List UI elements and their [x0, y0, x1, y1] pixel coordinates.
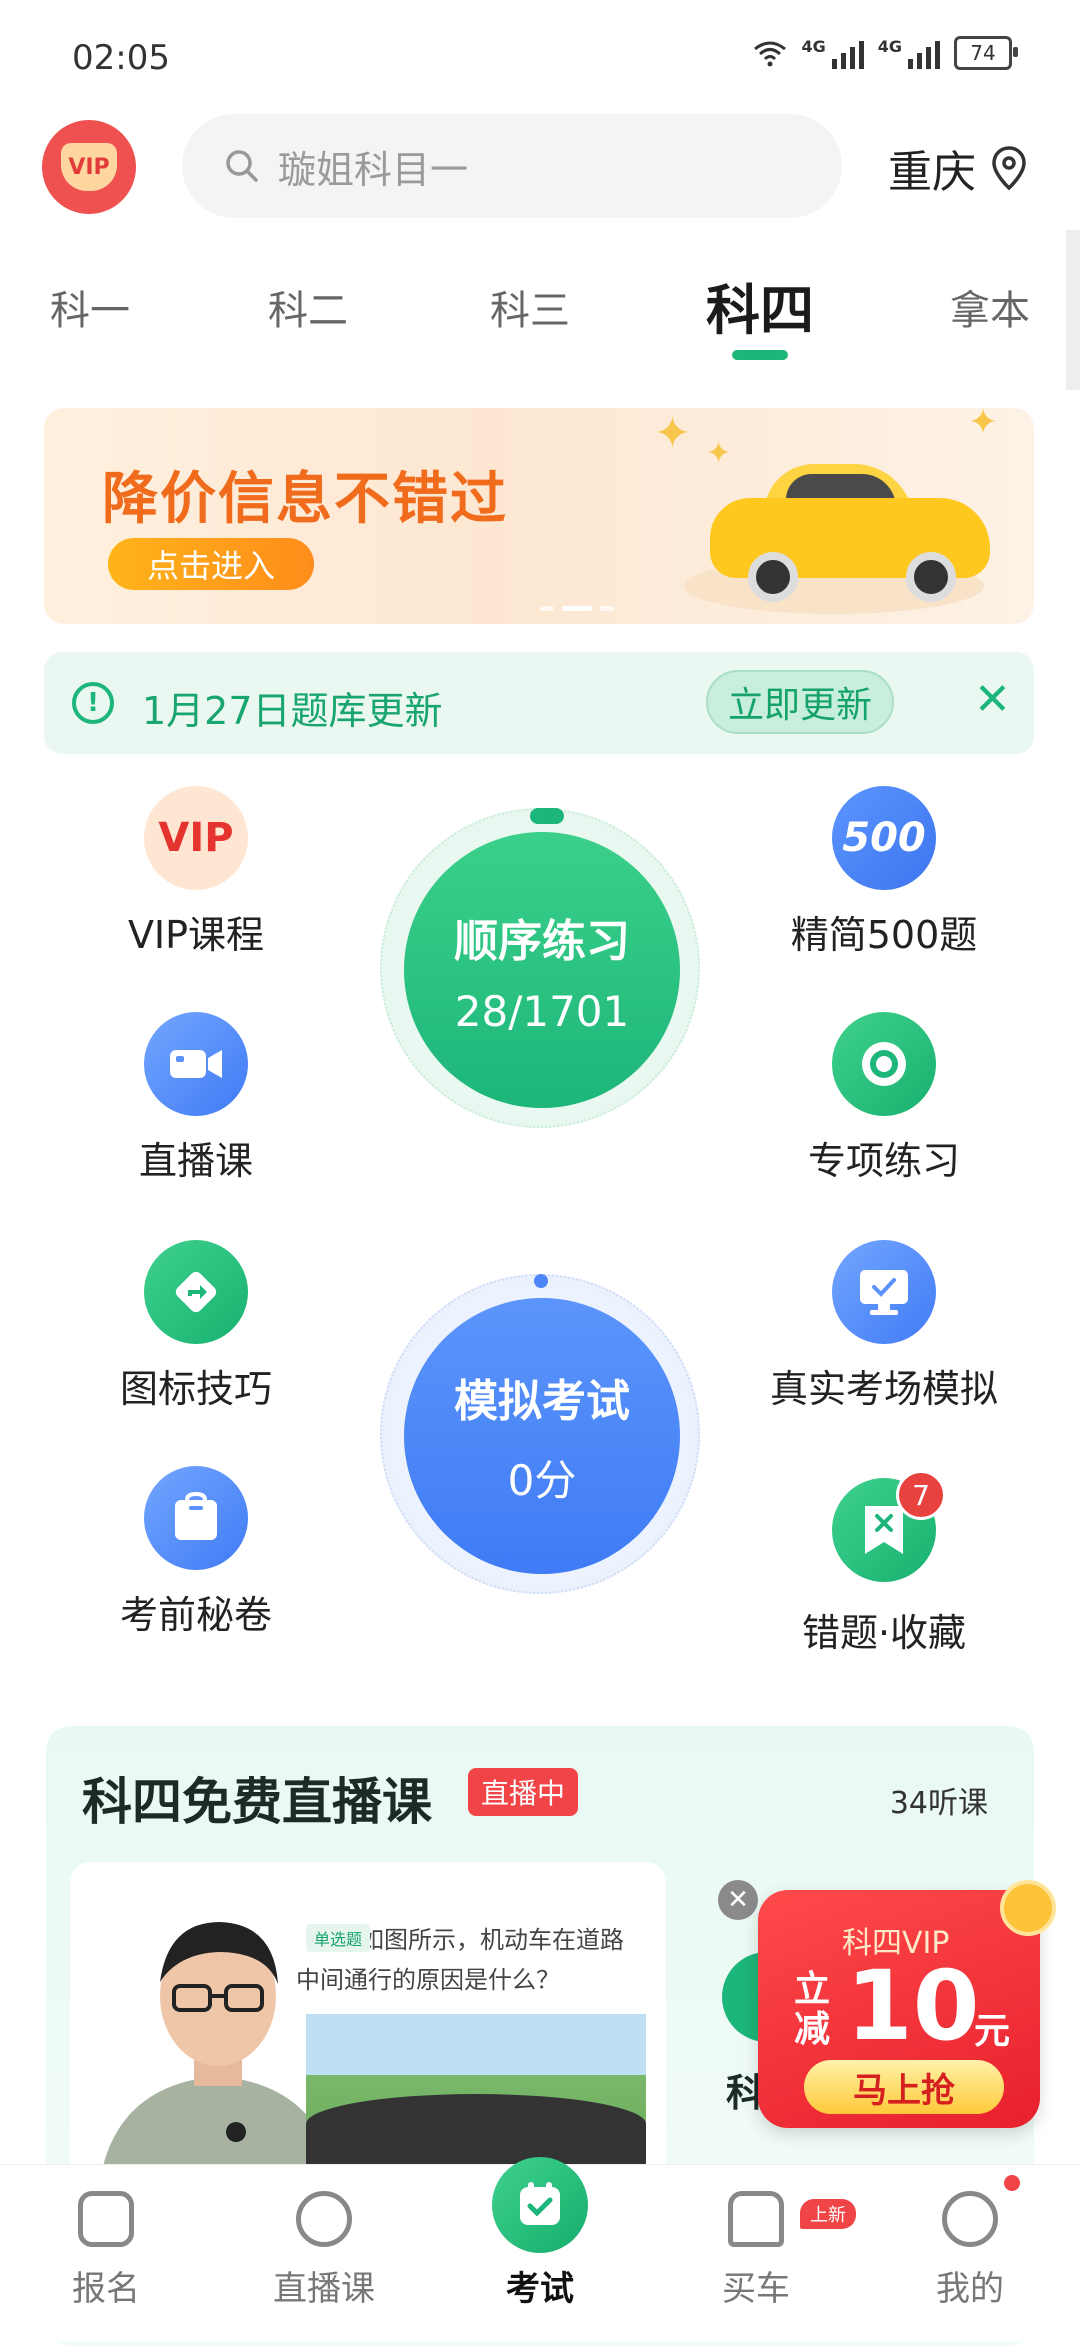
nav-mine[interactable]: 我的	[890, 2191, 1050, 2310]
update-notice: ! 1月27日题库更新 立即更新 ✕	[44, 652, 1034, 754]
sequential-practice-circle: 顺序练习 28/1701	[404, 832, 680, 1108]
wrong-favorites-item[interactable]: 7 错题·收藏	[734, 1470, 1034, 1657]
notification-dot	[1004, 2175, 1020, 2191]
sequential-title: 顺序练习	[454, 915, 630, 967]
vip-icon: VIP	[144, 786, 248, 890]
tab-ke1[interactable]: 科一	[50, 278, 130, 336]
live-class-label: 直播课	[138, 1139, 253, 1183]
nav-signup-label: 报名	[72, 2269, 140, 2309]
vip-avatar-button[interactable]: VIP	[42, 120, 136, 214]
nav-exam-label: 考试	[506, 2269, 574, 2309]
location-pin-icon	[992, 146, 1026, 191]
tabs-fade	[1066, 230, 1080, 390]
live-section-title: 科四免费直播课	[82, 1773, 432, 1831]
progress-knob	[534, 1274, 548, 1288]
play-circle-icon	[296, 2191, 352, 2247]
search-input[interactable]: 璇姐科目一	[182, 114, 842, 218]
sparkle-icon: ✦	[968, 408, 999, 443]
sequential-progress: 28/1701	[454, 986, 630, 1036]
battery-level: 74	[970, 41, 996, 65]
wrong-favorites-label: 错题·收藏	[801, 1611, 967, 1655]
nav-live[interactable]: 直播课	[244, 2191, 404, 2310]
city-selector[interactable]: 重庆	[888, 136, 1028, 200]
banner-pagination	[540, 606, 614, 611]
special-practice-item[interactable]: 专项练习	[734, 1012, 1034, 1185]
live-card[interactable]: 如图所示，机动车在道路中间通行的原因是什么？ 单选题	[70, 1862, 666, 2192]
vip-badge-text: VIP	[68, 154, 110, 180]
notice-text: 1月27日题库更新	[142, 689, 443, 733]
question-type-tag: 单选题	[306, 1924, 371, 1952]
paper-bag-icon	[144, 1466, 248, 1570]
nav-buy-car-label: 买车	[722, 2269, 790, 2309]
concise-500-label: 精简500题	[790, 913, 978, 957]
concise-500-item[interactable]: 500 精简500题	[734, 786, 1034, 959]
live-class-item[interactable]: 直播课	[46, 1012, 346, 1185]
banner-enter-button[interactable]: 点击进入	[108, 538, 314, 590]
status-icons: 4G 4G 74	[753, 36, 1018, 70]
mock-exam-score: 0分	[507, 1455, 577, 1505]
tab-naben[interactable]: 拿本	[950, 278, 1030, 336]
update-now-button[interactable]: 立即更新	[706, 670, 894, 734]
listener-count: 34听课	[889, 1786, 988, 1821]
wifi-icon	[754, 41, 787, 67]
real-exam-sim-label: 真实考场模拟	[769, 1367, 998, 1411]
tab-ke4[interactable]: 科四	[706, 266, 814, 345]
promo-amount: 10	[846, 1950, 980, 2062]
direction-sign-icon	[144, 1240, 248, 1344]
grab-now-button[interactable]: 马上抢	[804, 2060, 1004, 2114]
signal-icon-2: 4G	[878, 37, 940, 69]
signal-icon-1: 4G	[801, 37, 864, 69]
new-badge: 上新	[800, 2199, 856, 2229]
exam-secret-label: 考前秘卷	[119, 1593, 272, 1637]
monitor-check-icon	[832, 1240, 936, 1344]
500-questions-icon: 500	[832, 786, 936, 890]
live-now-badge: 直播中	[468, 1768, 578, 1816]
close-icon[interactable]: ✕	[974, 674, 1011, 725]
nav-exam[interactable]: 考试	[460, 2191, 620, 2310]
promo-banner[interactable]: 降价信息不错过 点击进入 ✦ ✦ ✦	[44, 408, 1034, 624]
search-placeholder: 璇姐科目一	[278, 147, 469, 192]
icon-tips-label: 图标技巧	[119, 1367, 272, 1411]
mock-exam-button[interactable]: 模拟考试 0分	[380, 1274, 700, 1594]
progress-knob	[530, 808, 564, 824]
info-icon: !	[72, 682, 114, 724]
sparkle-icon: ✦	[706, 436, 732, 471]
target-icon	[832, 1012, 936, 1116]
bookmark-x-icon: 7	[832, 1470, 946, 1582]
vip-icon: VIP	[61, 143, 117, 191]
real-exam-sim-item[interactable]: 真实考场模拟	[734, 1240, 1034, 1413]
status-time: 02:05	[72, 38, 170, 78]
city-name: 重庆	[888, 147, 976, 198]
promo-unit: 元	[974, 2011, 1011, 2052]
promo-left-text: 立减	[794, 1969, 831, 2050]
wrong-count-badge: 7	[896, 1470, 946, 1520]
banner-title: 降价信息不错过	[102, 467, 508, 532]
vip-course-label: VIP课程	[127, 913, 265, 957]
smiley-icon	[942, 2191, 998, 2247]
nav-live-label: 直播课	[273, 2269, 375, 2309]
battery-icon: 74	[954, 36, 1018, 70]
sequential-practice-button[interactable]: 顺序练习 28/1701	[380, 808, 700, 1128]
promo-close-button[interactable]: ✕	[718, 1880, 758, 1920]
bottom-navigation: 报名 直播课 考试 买车 上新 我的	[0, 2157, 1080, 2341]
nav-mine-label: 我的	[936, 2269, 1004, 2309]
tab-ke2[interactable]: 科二	[268, 278, 348, 336]
nav-signup[interactable]: 报名	[26, 2191, 186, 2310]
mock-exam-title: 模拟考试	[454, 1375, 630, 1427]
sparkle-icon: ✦	[654, 408, 691, 459]
exam-secret-item[interactable]: 考前秘卷	[46, 1466, 346, 1639]
video-camera-icon	[144, 1012, 248, 1116]
icon-tips-item[interactable]: 图标技巧	[46, 1240, 346, 1413]
vip-course-item[interactable]: VIP VIP课程	[46, 786, 346, 959]
tab-active-indicator	[732, 350, 788, 360]
document-icon	[78, 2191, 134, 2247]
subject-tabs: 科一 科二 科三 科四 拿本	[0, 230, 1080, 390]
special-practice-label: 专项练习	[807, 1139, 960, 1183]
vip-discount-popup[interactable]: 科四VIP 立减 10 元 马上抢	[758, 1880, 1056, 2128]
search-icon	[226, 150, 258, 182]
car-icon	[728, 2191, 784, 2247]
tab-ke3[interactable]: 科三	[490, 278, 570, 336]
mock-exam-circle: 模拟考试 0分	[404, 1298, 680, 1574]
coin-icon	[1000, 1880, 1056, 1936]
